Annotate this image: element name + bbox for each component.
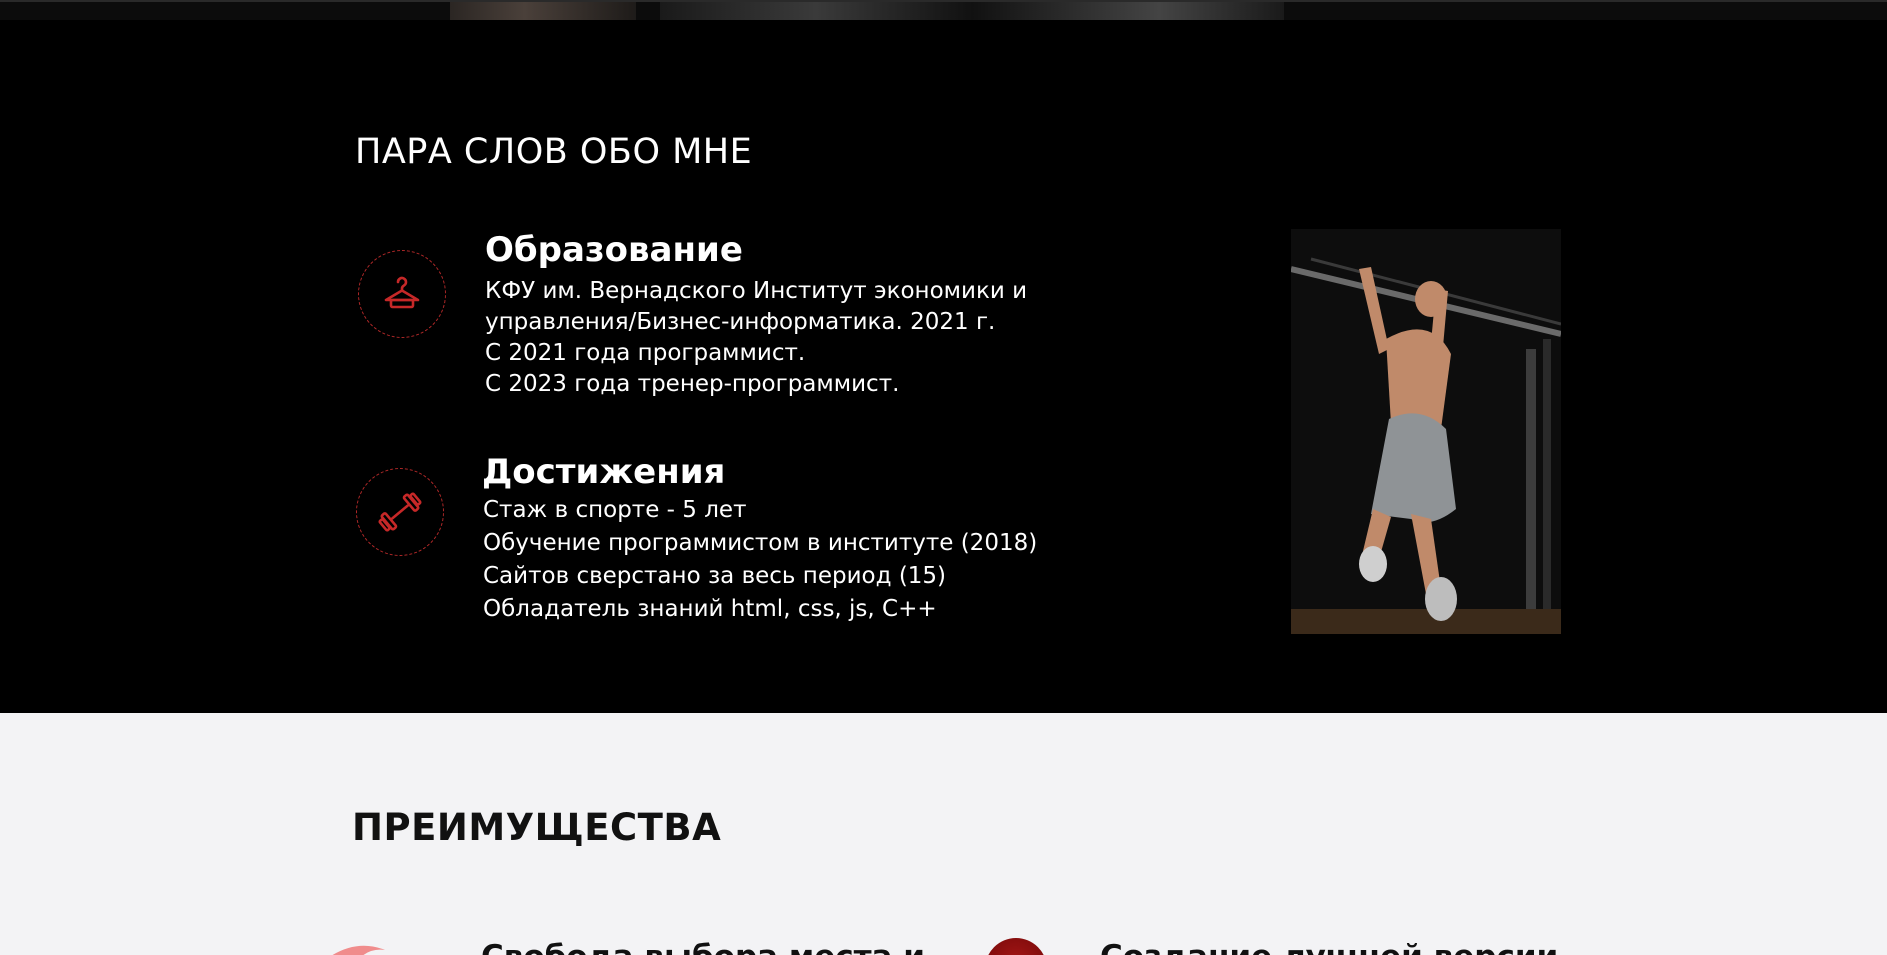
achievements-list: Стаж в спорте - 5 лет Обучение программи… [483, 494, 1037, 626]
advantage-title: Создание лучшей версии [1100, 939, 1558, 955]
achievement-item: Обучение программистом в институте (2018… [483, 530, 1038, 556]
education-line: КФУ им. Вернадского Институт экономики и [485, 278, 1028, 304]
trainer-pullup-photo [1291, 229, 1561, 634]
section-title: ПРЕИМУЩЕСТВА [352, 806, 722, 849]
section-title: ПАРА СЛОВ ОБО МНЕ [355, 132, 753, 172]
page: ПАРА СЛОВ ОБО МНЕ Образование КФУ им. Ве… [0, 0, 1887, 955]
dumbbell-icon [356, 468, 444, 556]
advantage-title: Свобода выбора места и [481, 939, 925, 955]
achievements-title: Достижения [482, 452, 726, 492]
hero-photo-fragment [660, 2, 1284, 22]
achievement-item: Сайтов сверстано за весь период (15) [483, 563, 947, 589]
hero-section-bottom-edge [0, 0, 1887, 22]
feather-icon [325, 938, 410, 955]
education-title: Образование [485, 230, 743, 270]
education-line: С 2023 года тренер-программист. [485, 371, 900, 397]
education-line: С 2021 года программист. [485, 340, 806, 366]
advantages-section: ПРЕИМУЩЕСТВА Свобода выбора места и Созд… [0, 713, 1887, 955]
education-line: управления/Бизнес-информатика. 2021 г. [485, 309, 996, 335]
hanger-icon [358, 250, 446, 338]
hero-photo-fragment [450, 2, 636, 22]
target-icon [985, 938, 1047, 955]
about-section: ПАРА СЛОВ ОБО МНЕ Образование КФУ им. Ве… [0, 20, 1887, 713]
achievement-item: Обладатель знаний html, css, js, C++ [483, 596, 937, 622]
achievement-item: Стаж в спорте - 5 лет [483, 497, 747, 523]
education-details: КФУ им. Вернадского Институт экономики и… [485, 276, 1027, 400]
